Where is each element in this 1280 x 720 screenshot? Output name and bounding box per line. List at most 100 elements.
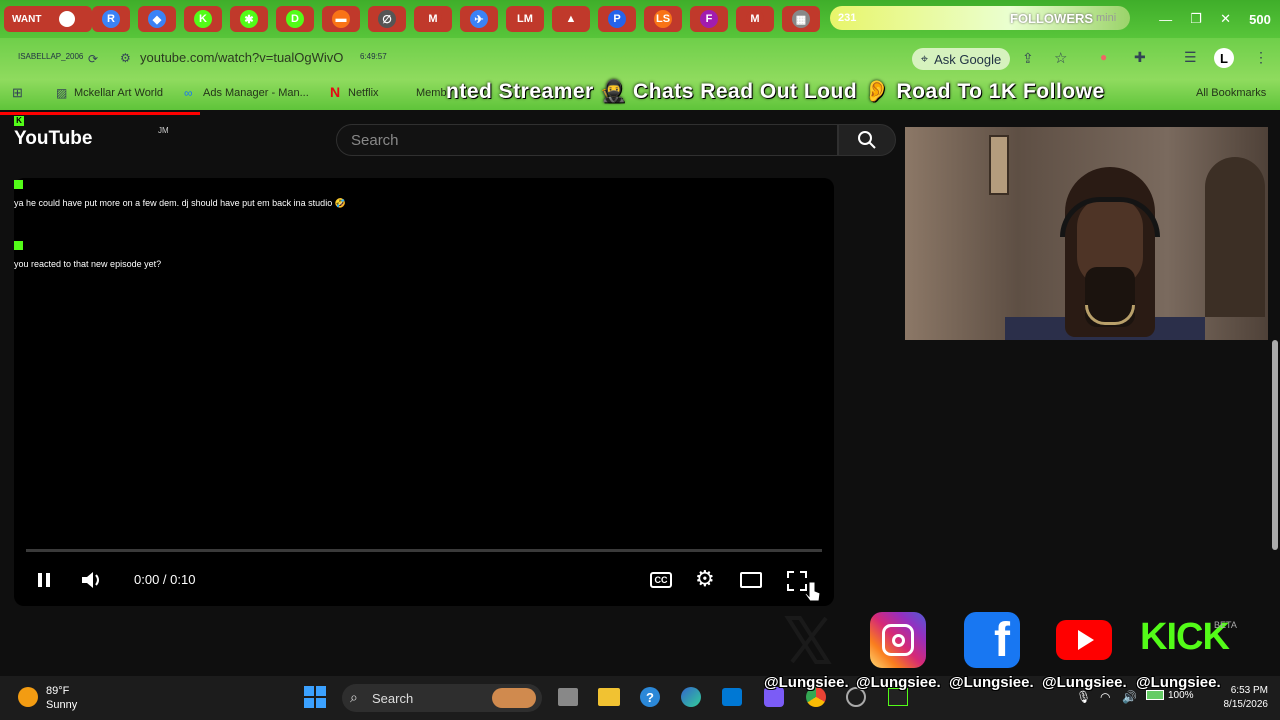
search-button[interactable] <box>838 124 896 156</box>
bookmark-art-icon: ▨ <box>56 86 68 100</box>
pause-icon[interactable] <box>34 570 54 590</box>
reload-icon[interactable]: ⟳ <box>88 52 98 66</box>
chat-message: ya he could have put more on a few dem. … <box>14 198 346 208</box>
browser-tab[interactable]: ▬ <box>322 6 360 32</box>
tab-favicon-icon: M <box>424 10 442 28</box>
restore-icon[interactable]: ❐ <box>1190 11 1202 27</box>
chat-message: you reacted to that new episode yet? <box>14 259 162 269</box>
screen: WANT R ◆ K ✱ D ▬ ∅ M ✈ LM ▲ P LS F M ▦ 231 FOLLOWERS mi… <box>0 0 1280 720</box>
browser-tab[interactable]: M <box>414 6 452 32</box>
ask-google-button[interactable]: ⌖ Ask Google <box>912 48 1010 70</box>
search-highlight-icon <box>492 688 536 708</box>
facebook-icon: f <box>964 612 1020 668</box>
browser-tab[interactable]: K <box>184 6 222 32</box>
clock-time: 6:53 PM <box>1230 685 1268 696</box>
stream-ticker: nted Streamer 🥷 Chats Read Out Loud 👂 Ro… <box>446 80 1105 103</box>
menu-icon[interactable]: ⋮ <box>1254 49 1268 66</box>
site-info-icon[interactable]: ⚙ <box>120 51 131 65</box>
url-field[interactable]: youtube.com/watch?v=tualOgWivO <box>140 50 343 65</box>
search-icon <box>858 131 876 149</box>
captions-icon[interactable]: CC <box>650 572 672 588</box>
browser-tab[interactable]: ◆ <box>138 6 176 32</box>
browser-tab[interactable]: P <box>598 6 636 32</box>
bookmark-star-icon[interactable]: ☆ <box>1054 49 1067 67</box>
bookmark-netflix[interactable]: Netflix <box>348 87 379 99</box>
profile-avatar-icon[interactable]: L <box>1214 48 1234 68</box>
followers-label: FOLLOWERS <box>1010 10 1094 26</box>
windows-start-icon[interactable] <box>304 686 326 708</box>
file-explorer-icon[interactable] <box>598 688 620 706</box>
bookmark-memb[interactable]: Memb <box>416 87 447 99</box>
search-input[interactable]: Search <box>336 124 838 156</box>
taskbar-search-icon: ⌕ <box>350 689 358 705</box>
install-icon[interactable]: ⇪ <box>1022 50 1034 67</box>
doorway <box>1205 157 1265 317</box>
settings-gear-icon[interactable]: ⚙ <box>695 566 715 592</box>
page-scrollbar[interactable] <box>1268 116 1280 676</box>
tab-favicon-icon: LS <box>654 10 672 28</box>
browser-tab[interactable]: F <box>690 6 728 32</box>
volume-icon[interactable] <box>80 569 104 591</box>
scrollbar-thumb[interactable] <box>1272 340 1278 550</box>
bookmark-ads-manager[interactable]: Ads Manager - Man... <box>203 87 309 99</box>
progress-bar[interactable] <box>26 549 822 552</box>
tab-favicon-icon: K <box>194 10 212 28</box>
bookmark-mckellar[interactable]: Mckellar Art World <box>74 87 163 99</box>
followers-goal-number: 500 <box>1249 11 1271 27</box>
minimize-icon[interactable]: — <box>1159 12 1172 27</box>
browser-tab[interactable]: D <box>276 6 314 32</box>
browser-tab[interactable]: R <box>92 6 130 32</box>
temperature: 89°F <box>46 685 70 697</box>
all-bookmarks[interactable]: All Bookmarks <box>1196 87 1266 99</box>
browser-tab[interactable]: ✱ <box>230 6 268 32</box>
tab-favicon-icon: ◆ <box>148 10 166 28</box>
system-clock[interactable]: 6:53 PM 8/15/2026 <box>1218 684 1269 712</box>
profile-icon <box>59 11 76 27</box>
ask-google-label: Ask Google <box>934 51 1002 67</box>
netflix-icon: N <box>330 84 341 100</box>
microphone-icon[interactable]: 🎙 <box>1076 690 1091 704</box>
overlay-time: 6:49:57 <box>360 52 387 61</box>
browser-tab[interactable]: LM <box>506 6 544 32</box>
youtube-logo[interactable]: YouTube <box>14 128 92 150</box>
beta-label: BETA <box>1214 620 1237 630</box>
taskbar-search[interactable]: ⌕ Search <box>342 684 542 712</box>
browser-tab[interactable]: ▲ <box>552 6 590 32</box>
extensions-puzzle-icon[interactable]: ✚ <box>1134 49 1146 66</box>
kick-mini-icon: K <box>14 116 24 126</box>
video-player[interactable] <box>14 178 834 606</box>
theater-mode-icon[interactable] <box>740 572 762 588</box>
browser-tab[interactable]: ✈ <box>460 6 498 32</box>
meta-icon: ∞ <box>184 86 193 100</box>
tab-favicon-icon: ✱ <box>240 10 258 28</box>
speaker-icon[interactable]: 🔊 <box>1122 690 1137 704</box>
facebook-handle: @Lungsiee. <box>856 674 941 691</box>
tab-favicon-icon: D <box>286 10 304 28</box>
x-handle: @Lungsiee. <box>949 674 1034 691</box>
task-view-icon[interactable] <box>558 688 578 706</box>
close-icon[interactable]: ✕ <box>1220 11 1231 27</box>
browser-tab[interactable]: ∅ <box>368 6 406 32</box>
search-placeholder: Search <box>351 131 399 149</box>
followers-goal-bar: 231 FOLLOWERS mini <box>830 6 1130 30</box>
browser-tab[interactable]: ▦ <box>782 6 820 32</box>
page-load-bar <box>0 112 200 115</box>
store-icon[interactable] <box>722 688 742 706</box>
wifi-icon[interactable]: ◠ <box>1100 690 1110 704</box>
battery-icon[interactable] <box>1146 690 1164 700</box>
apps-grid-icon[interactable]: ⊞ <box>12 85 23 101</box>
mouse-cursor-icon <box>804 581 821 602</box>
edge-icon[interactable] <box>681 687 701 707</box>
reading-list-icon[interactable]: ☰ <box>1184 49 1197 66</box>
tab-favicon-icon: ✈ <box>470 10 488 28</box>
x-logo-icon <box>784 616 832 664</box>
sun-weather-icon <box>18 687 38 707</box>
help-icon[interactable]: ? <box>640 687 660 707</box>
weather-widget[interactable]: 89°F Sunny <box>46 684 77 712</box>
browser-tab[interactable]: M <box>736 6 774 32</box>
tab-want[interactable]: WANT <box>4 6 92 32</box>
browser-tab-strip: WANT R ◆ K ✱ D ▬ ∅ M ✈ LM ▲ P LS F M ▦ 231 FOLLOWERS mi… <box>0 0 1280 38</box>
browser-tab[interactable]: LS <box>644 6 682 32</box>
tab-favicon-icon: LM <box>516 10 534 28</box>
extension-icon[interactable]: ● <box>1100 50 1107 64</box>
